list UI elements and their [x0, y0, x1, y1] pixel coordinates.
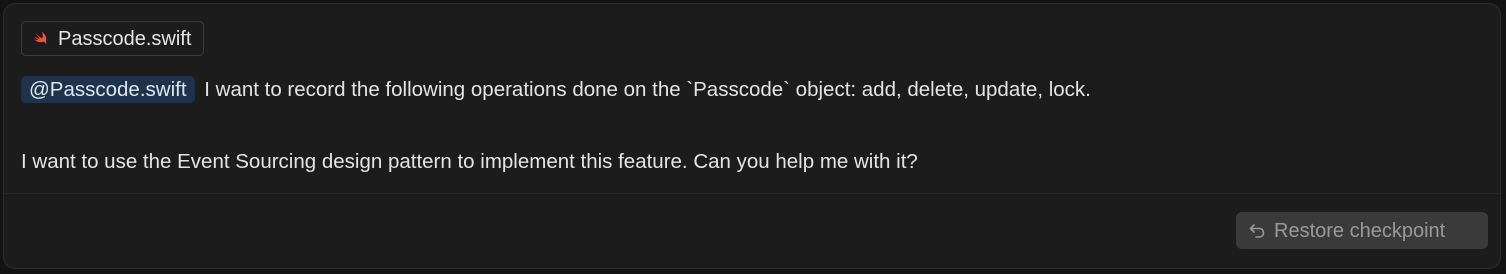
- message-line-2: I want to use the Event Sourcing design …: [21, 144, 1481, 180]
- restore-checkpoint-button[interactable]: Restore checkpoint: [1236, 212, 1488, 249]
- message-text-1: I want to record the following operation…: [204, 78, 1091, 101]
- context-file-label: Passcode.swift: [58, 27, 192, 50]
- message-text-2: I want to use the Event Sourcing design …: [21, 150, 918, 173]
- undo-arrow-icon: [1248, 222, 1266, 240]
- restore-checkpoint-label: Restore checkpoint: [1274, 219, 1446, 242]
- file-mention[interactable]: @Passcode.swift: [21, 76, 195, 103]
- message-line-1: @Passcode.swift I want to record the fol…: [21, 72, 1481, 108]
- user-message: @Passcode.swift I want to record the fol…: [21, 72, 1481, 180]
- chat-message-card: Passcode.swift @Passcode.swift I want to…: [3, 3, 1501, 269]
- swift-icon: [32, 30, 49, 47]
- footer-divider: [4, 193, 1500, 194]
- context-file-chip[interactable]: Passcode.swift: [21, 21, 205, 56]
